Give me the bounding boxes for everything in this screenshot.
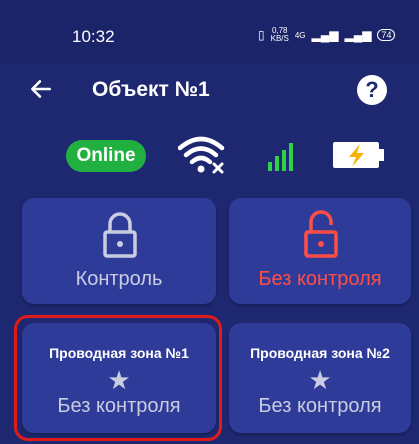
battery-charging-icon xyxy=(333,142,384,168)
back-arrow-icon[interactable] xyxy=(28,76,54,102)
help-button[interactable]: ? xyxy=(357,75,387,105)
network-speed: 0,78 KB/S xyxy=(271,27,289,43)
zone-state: Без контроля xyxy=(57,395,181,417)
zone-name: Проводная зона №2 xyxy=(250,345,390,361)
wifi-disconnected-icon xyxy=(178,136,225,174)
online-badge: Online xyxy=(66,140,146,172)
no-control-label: Без контроля xyxy=(258,268,382,290)
signal-bars-icon: ▂▄▆ xyxy=(311,28,339,42)
vibrate-icon: ▯ xyxy=(258,28,265,42)
status-battery: 74 xyxy=(377,29,396,41)
zone-card-2[interactable]: Проводная зона №2 ★ Без контроля xyxy=(229,323,411,433)
zone-card-1[interactable]: Проводная зона №1 ★ Без контроля xyxy=(22,323,216,433)
star-icon: ★ xyxy=(107,365,131,395)
status-time: 10:32 xyxy=(72,27,115,46)
status-bar: 10:32 ▯ 0,78 KB/S 4G ▂▄▆ ▂▄▆ 74 xyxy=(0,0,419,64)
network-type: 4G xyxy=(294,30,306,40)
signal-bars-2-icon: ▂▄▆ xyxy=(344,28,372,42)
no-control-card[interactable]: Без контроля xyxy=(229,198,411,304)
zone-state: Без контроля xyxy=(258,395,382,417)
app-bar: Объект №1 ? xyxy=(0,64,419,116)
speed-unit: KB/S xyxy=(270,34,289,43)
star-icon: ★ xyxy=(308,365,332,395)
lock-open-icon xyxy=(304,210,338,258)
lock-closed-icon xyxy=(103,212,137,258)
zone-name: Проводная зона №1 xyxy=(49,345,189,361)
cellular-signal-icon xyxy=(268,143,293,171)
system-icons: ▯ 0,78 KB/S 4G ▂▄▆ ▂▄▆ 74 xyxy=(258,27,396,43)
control-card[interactable]: Контроль xyxy=(22,198,216,304)
control-label: Контроль xyxy=(75,268,163,290)
page-title: Объект №1 xyxy=(92,78,210,101)
